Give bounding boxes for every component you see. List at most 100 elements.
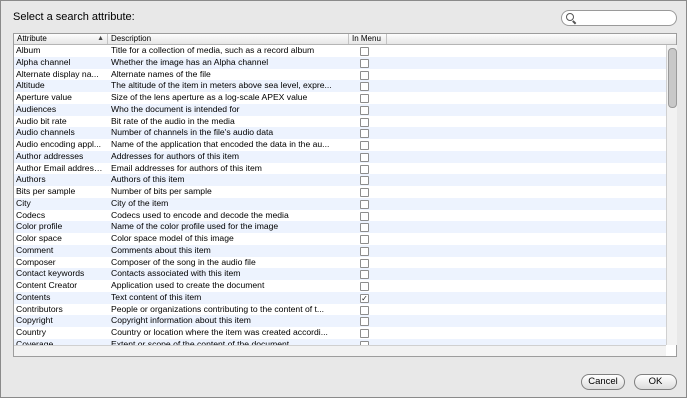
attribute-cell: Author Email addresses [16,162,106,173]
table-row[interactable]: Bits per sample Number of bits per sample [14,186,666,198]
in-menu-checkbox[interactable]: ✓ [360,293,369,303]
attribute-cell: Country [16,327,47,337]
column-header-in-menu[interactable]: In Menu [349,34,387,44]
table-row[interactable]: Alpha channel Whether the image has an Al… [14,56,666,69]
search-attribute-dialog: Select a search attribute: Attribute ▲ D… [0,0,687,398]
attribute-cell: Comment [16,244,54,255]
in-menu-checkbox[interactable] [360,188,369,197]
description-cell: Email addresses for authors of this item [111,162,262,173]
table-row[interactable]: Audiences Who the document is intended fo… [14,103,666,116]
attribute-cell: Author addresses [16,150,84,161]
in-menu-checkbox[interactable] [360,235,369,244]
description-cell: Alternate names of the file [111,68,211,79]
horizontal-scrollbar[interactable] [14,345,666,356]
in-menu-checkbox[interactable] [360,211,369,221]
in-menu-checkbox[interactable] [360,129,369,139]
in-menu-checkbox[interactable] [360,305,369,315]
table-row[interactable]: Alternate display na... Alternate names o… [14,69,666,81]
search-field[interactable] [561,10,677,26]
in-menu-checkbox[interactable] [360,317,369,327]
in-menu-checkbox[interactable] [360,270,369,280]
table-row[interactable]: Contents Text content of this item ✓ [14,291,666,304]
in-menu-checkbox[interactable] [360,258,369,268]
table-row[interactable]: Color space Color space model of this ima… [14,233,666,245]
attribute-cell: Contributors [16,303,63,314]
table-row[interactable]: Contributors People or organizations cont… [14,304,666,316]
attribute-cell: Color profile [16,221,63,232]
attribute-cell: Alpha channel [16,56,71,67]
in-menu-checkbox[interactable] [360,117,369,127]
in-menu-checkbox[interactable] [360,47,369,56]
in-menu-checkbox[interactable] [360,152,369,162]
column-header-attribute[interactable]: Attribute ▲ [14,34,108,44]
vertical-scrollbar[interactable] [666,45,677,345]
in-menu-checkbox[interactable] [360,82,369,92]
in-menu-checkbox[interactable] [360,58,369,68]
description-cell: Whether the image has an Alpha channel [111,56,269,67]
table-row[interactable]: Authors Authors of this item [14,174,666,186]
in-menu-checkbox[interactable] [360,223,369,233]
in-menu-checkbox[interactable] [360,176,369,186]
table-row[interactable]: Codecs Codecs used to encode and decode t… [14,210,666,222]
table-row[interactable]: Content Creator Application used to creat… [14,280,666,292]
table-row[interactable]: Audio channels Number of channels in the … [14,127,666,139]
attribute-cell: Color space [16,233,62,243]
table-row[interactable]: City City of the item [14,197,666,210]
in-menu-checkbox[interactable] [360,94,369,103]
table-header: Attribute ▲ Description In Menu [14,34,676,45]
in-menu-checkbox[interactable] [360,141,369,150]
table-row[interactable]: Comment Comments about this item [14,244,666,257]
attribute-cell: Authors [16,174,46,185]
table-row[interactable]: Altitude The altitude of the item in mete… [14,80,666,92]
in-menu-checkbox[interactable] [360,70,369,80]
description-cell: Country or location where the item was c… [111,327,328,337]
description-cell: Bit rate of the audio in the media [111,115,235,126]
attribute-cell: City [16,197,31,208]
column-header-description[interactable]: Description [108,34,349,44]
description-cell: Size of the lens aperture as a log-scale… [111,92,308,102]
table-row[interactable]: Contact keywords Contacts associated with… [14,268,666,280]
in-menu-checkbox[interactable] [360,105,369,115]
dialog-prompt: Select a search attribute: [13,11,135,23]
description-cell: Title for a collection of media, such as… [111,45,315,55]
in-menu-checkbox[interactable] [360,246,369,256]
description-cell: Contacts associated with this item [111,268,241,279]
attribute-cell: Composer [16,256,56,267]
attribute-cell: Altitude [16,80,45,91]
cancel-button[interactable]: Cancel [581,374,625,390]
in-menu-checkbox[interactable] [360,199,369,209]
attribute-cell: Audio channels [16,127,75,138]
magnifier-icon [566,13,574,21]
ok-button[interactable]: OK [634,374,677,390]
attribute-cell: Aperture value [16,92,72,102]
in-menu-checkbox[interactable] [360,164,369,174]
description-cell: Number of bits per sample [111,186,212,196]
description-cell: Copyright information about this item [111,315,251,326]
description-cell: Comments about this item [111,244,211,255]
description-cell: Name of the application that encoded the… [111,139,330,149]
table-row[interactable]: Audio encoding appl... Name of the applic… [14,139,666,151]
description-cell: The altitude of the item in meters above… [111,80,332,91]
description-cell: City of the item [111,197,169,208]
description-cell: Codecs used to encode and decode the med… [111,209,289,220]
table-row[interactable]: Audio bit rate Bit rate of the audio in t… [14,116,666,128]
description-cell: Authors of this item [111,174,185,185]
table-row[interactable]: Copyright Copyright information about thi… [14,315,666,327]
attribute-cell: Contact keywords [16,268,85,279]
table-row[interactable]: Author Email addresses Email addresses fo… [14,163,666,175]
attribute-cell: Alternate display na... [16,68,99,79]
table-row[interactable]: Country Country or location where the ite… [14,327,666,339]
table-row[interactable]: Composer Composer of the song in the audi… [14,257,666,269]
attribute-table: Attribute ▲ Description In Menu Album Tit… [13,33,677,357]
table-row[interactable]: Author addresses Addresses for authors of… [14,150,666,163]
table-row[interactable]: Color profile Name of the color profile u… [14,221,666,233]
in-menu-checkbox[interactable] [360,329,369,338]
table-row[interactable]: Aperture value Size of the lens aperture … [14,92,666,104]
attribute-cell: Contents [16,291,51,302]
in-menu-checkbox[interactable] [360,282,369,291]
sort-ascending-icon: ▲ [97,35,104,42]
description-cell: Color space model of this image [111,233,234,243]
table-row[interactable]: Album Title for a collection of media, su… [14,45,666,57]
attribute-cell: Content Creator [16,280,78,290]
scrollbar-thumb[interactable] [668,48,677,108]
